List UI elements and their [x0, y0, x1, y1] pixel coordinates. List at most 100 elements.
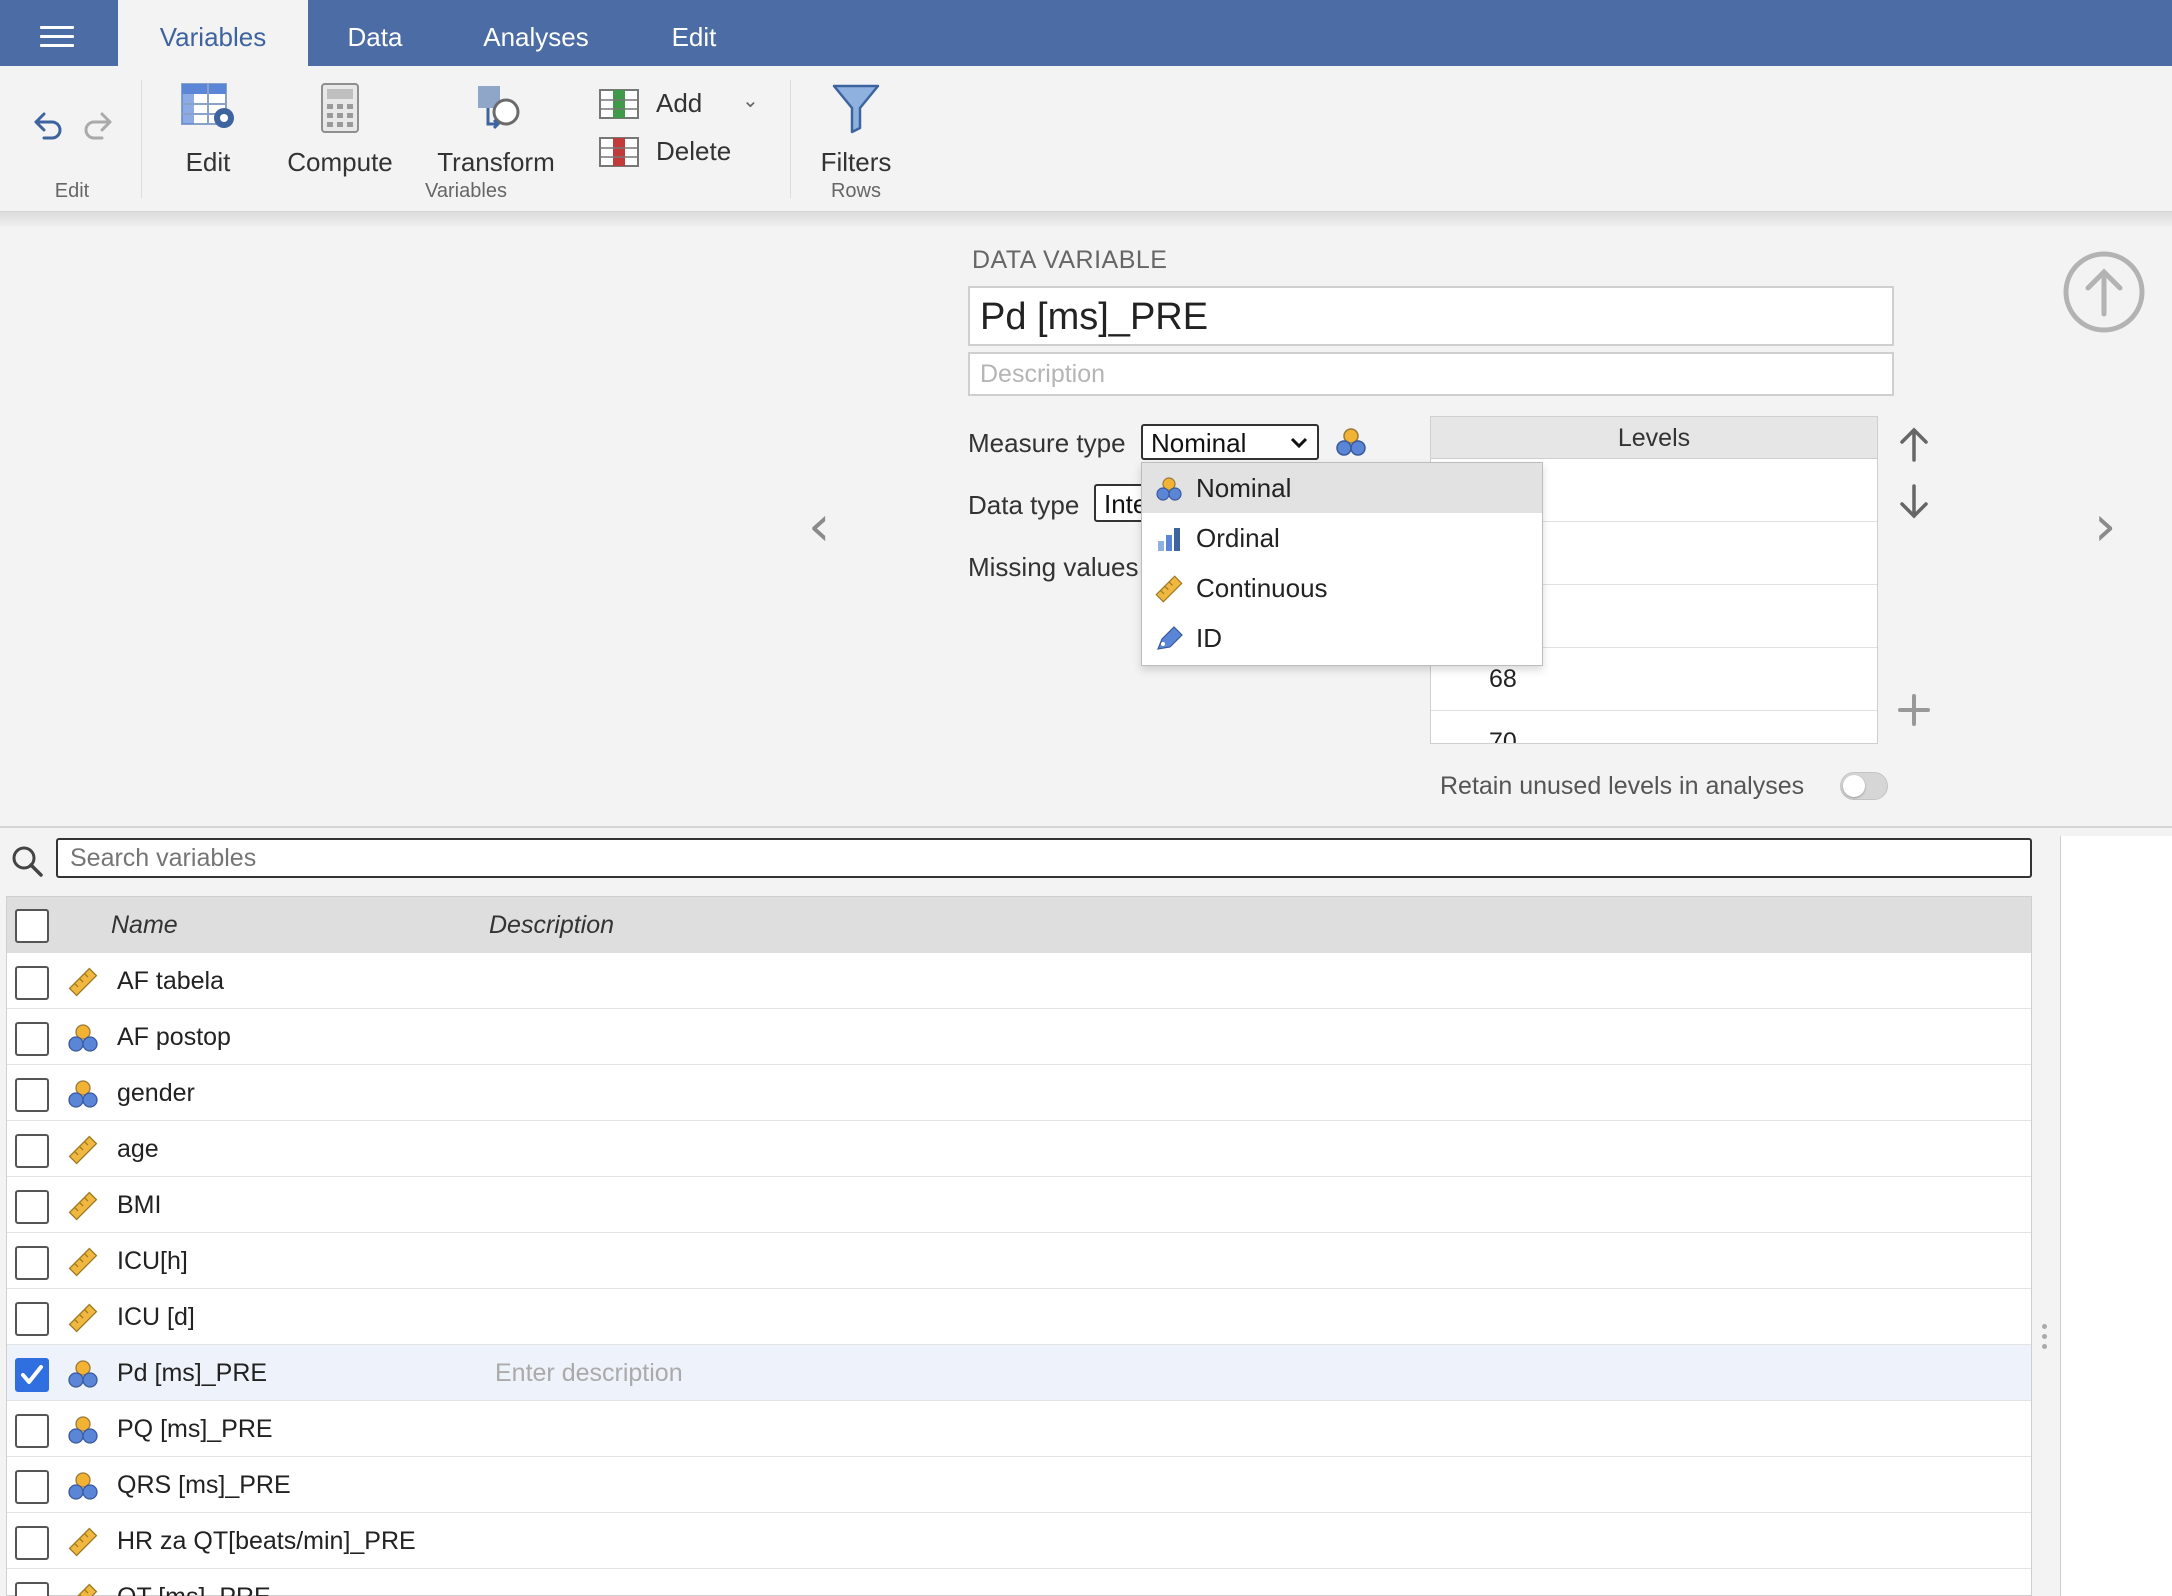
table-row[interactable]: AF tabela — [7, 953, 2031, 1009]
column-header-description[interactable]: Description — [489, 911, 614, 940]
nominal-icon — [67, 1415, 99, 1445]
levels-header: Levels — [1431, 417, 1877, 459]
row-checkbox[interactable] — [15, 1246, 49, 1280]
dropdown-option-ordinal[interactable]: Ordinal — [1142, 513, 1542, 563]
filters-button-label: Filters — [820, 147, 892, 177]
transform-button-label: Transform — [437, 147, 555, 177]
table-row[interactable]: ICU[h] — [7, 1233, 2031, 1289]
table-row[interactable]: ICU [d] — [7, 1289, 2031, 1345]
column-header-name[interactable]: Name — [111, 911, 178, 940]
next-variable-arrow-icon[interactable]: › — [2094, 494, 2116, 559]
row-checkbox[interactable] — [15, 1022, 49, 1056]
nominal-icon — [67, 1079, 99, 1109]
row-checkbox[interactable] — [15, 1470, 49, 1504]
select-all-checkbox[interactable] — [15, 909, 49, 943]
variable-name[interactable]: PQ [ms]_PRE — [117, 1415, 273, 1444]
retain-levels-toggle[interactable] — [1840, 772, 1888, 800]
transform-icon — [478, 86, 520, 130]
edit-variable-icon — [181, 83, 234, 128]
continuous-icon — [67, 1247, 99, 1277]
tab-analyses[interactable]: Analyses — [458, 0, 614, 66]
row-checkbox[interactable] — [15, 1134, 49, 1168]
collapse-panel-icon[interactable] — [2062, 250, 2146, 334]
variable-name[interactable]: gender — [117, 1079, 195, 1108]
continuous-icon — [67, 967, 99, 997]
tab-variables[interactable]: Variables — [118, 0, 308, 66]
table-row[interactable]: gender — [7, 1065, 2031, 1121]
variable-name-value: Pd [ms]_PRE — [980, 296, 1209, 338]
add-level-icon[interactable] — [1896, 692, 1932, 728]
tab-edit[interactable]: Edit — [642, 0, 746, 66]
table-row[interactable]: AF postop — [7, 1009, 2031, 1065]
continuous-icon — [67, 1303, 99, 1333]
table-row[interactable]: QRS [ms]_PRE — [7, 1457, 2031, 1513]
table-row[interactable]: PQ [ms]_PRE — [7, 1401, 2031, 1457]
search-variables-input[interactable] — [56, 838, 2032, 878]
variable-name[interactable]: ICU[h] — [117, 1247, 188, 1276]
measure-type-select[interactable]: Nominal — [1141, 424, 1319, 460]
row-checkbox[interactable] — [15, 966, 49, 1000]
variable-name[interactable]: HR za QT[beats/min]_PRE — [117, 1527, 416, 1556]
variable-name[interactable]: QT [ms]_PRE — [117, 1583, 271, 1596]
variable-name[interactable]: QRS [ms]_PRE — [117, 1471, 291, 1500]
filter-funnel-icon — [832, 84, 880, 134]
filters-button[interactable]: Filters — [810, 80, 902, 178]
compute-button[interactable]: Compute — [282, 80, 398, 178]
level-item[interactable]: 70 — [1431, 711, 1877, 743]
table-row[interactable]: Pd [ms]_PRE Enter description — [7, 1345, 2031, 1401]
row-checkbox[interactable] — [15, 1358, 49, 1392]
row-checkbox[interactable] — [15, 1582, 49, 1596]
row-checkbox[interactable] — [15, 1302, 49, 1336]
dropdown-option-label: ID — [1196, 623, 1222, 653]
move-level-up-icon[interactable] — [1896, 424, 1932, 464]
dropdown-option-continuous[interactable]: Continuous — [1142, 563, 1542, 613]
search-bar — [0, 826, 2172, 896]
add-dropdown-chevron-icon[interactable]: ⌄ — [742, 88, 759, 113]
tab-data[interactable]: Data — [308, 0, 442, 66]
variable-name[interactable]: ICU [d] — [117, 1303, 195, 1332]
dropdown-option-label: Nominal — [1196, 473, 1292, 503]
undo-icon[interactable] — [30, 108, 66, 144]
row-checkbox[interactable] — [15, 1190, 49, 1224]
edit-group-label: Edit — [54, 180, 90, 202]
continuous-icon — [67, 1527, 99, 1557]
move-level-down-icon[interactable] — [1896, 482, 1932, 522]
ribbon-toolbar: Edit Edit Compute Transform Variables Ad… — [0, 66, 2172, 212]
add-variable-button[interactable]: Add ⌄ — [598, 86, 768, 126]
delete-column-icon — [599, 137, 639, 167]
dropdown-option-label: Ordinal — [1196, 523, 1280, 553]
table-row[interactable]: BMI — [7, 1177, 2031, 1233]
retain-levels-label: Retain unused levels in analyses — [1440, 772, 1805, 800]
row-checkbox[interactable] — [15, 1526, 49, 1560]
table-row[interactable]: HR za QT[beats/min]_PRE — [7, 1513, 2031, 1569]
checkmark-icon — [21, 1365, 43, 1384]
data-type-select[interactable]: Inte — [1094, 484, 1144, 522]
table-row[interactable]: QT [ms]_PRE — [7, 1569, 2031, 1596]
variable-name[interactable]: BMI — [117, 1191, 161, 1220]
row-checkbox[interactable] — [15, 1414, 49, 1448]
pane-splitter-handle[interactable] — [2040, 1324, 2048, 1354]
continuous-icon — [67, 1191, 99, 1221]
delete-variable-button[interactable]: Delete — [598, 134, 758, 174]
transform-button[interactable]: Transform — [430, 80, 562, 178]
previous-variable-arrow-icon[interactable]: ‹ — [808, 494, 830, 559]
search-icon — [12, 846, 43, 877]
row-checkbox[interactable] — [15, 1078, 49, 1112]
variable-name[interactable]: Pd [ms]_PRE — [117, 1359, 267, 1388]
redo-icon[interactable] — [80, 108, 116, 144]
variable-name-field[interactable]: Pd [ms]_PRE — [968, 286, 1894, 346]
add-column-icon — [599, 89, 639, 119]
description-placeholder: Description — [980, 360, 1106, 388]
continuous-icon — [67, 1135, 99, 1165]
variable-description[interactable]: Enter description — [495, 1359, 683, 1388]
measure-type-label: Measure type — [968, 428, 1126, 458]
hamburger-menu-icon[interactable] — [40, 26, 74, 48]
variable-name[interactable]: AF tabela — [117, 967, 224, 996]
table-row[interactable]: age — [7, 1121, 2031, 1177]
variable-name[interactable]: AF postop — [117, 1023, 231, 1052]
edit-variable-button[interactable]: Edit — [170, 80, 246, 178]
description-field[interactable]: Description — [968, 352, 1894, 396]
dropdown-option-id[interactable]: ID — [1142, 613, 1542, 663]
variable-name[interactable]: age — [117, 1135, 159, 1164]
dropdown-option-nominal[interactable]: Nominal — [1142, 463, 1542, 513]
